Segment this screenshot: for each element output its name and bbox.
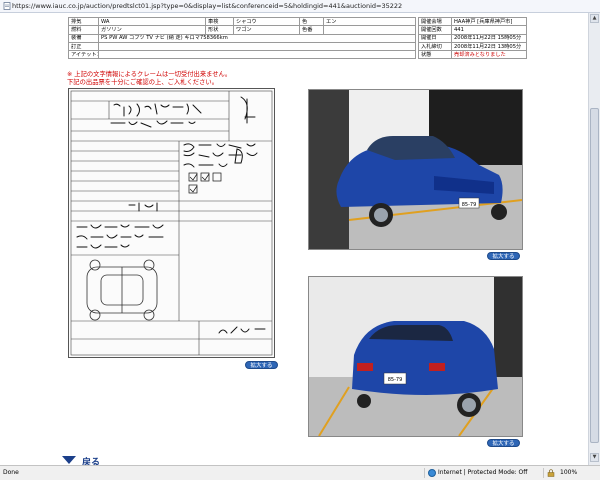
globe-icon [428,469,436,477]
spec-label: 車検 [205,16,234,27]
spec-label: 色番 [299,25,324,35]
status-divider [424,468,425,478]
event-label: 開催回数 [418,25,452,35]
claim-notice: ※ 上記の文字情報によるクレームは一切受付出来ません。 [67,71,232,78]
event-value: 2008年11月22日 15時05分 [451,33,527,43]
auction-sheet-drawing [69,89,274,357]
scroll-thumb[interactable] [590,108,599,443]
spec-label: 色 [299,16,324,27]
event-value: 441 [451,25,527,35]
event-value: HAA神戸 [兵庫県神戸市] [451,16,527,27]
enlarge-sheet-button[interactable]: 拡大する [245,361,278,369]
event-row: 入札締切 2008年11月22日 13時05分 [418,41,527,52]
status-divider [543,468,544,478]
car-front-photo: 85-79 [308,89,523,250]
confirm-notice: 下記の出品票を十分にご確認の上、ご入札ください。 [67,79,218,86]
chevron-up-icon[interactable]: ▲ [590,14,599,23]
spec-value: シャコウ [233,16,300,27]
event-row: 状態 売却済みとなりました [418,50,527,60]
spec-value: エン [323,16,416,27]
event-row: 開催回数 441 [418,25,527,35]
spec-label: 形状 [205,25,234,35]
item-comment-value [98,50,416,60]
spec-table: 排気 WA 車検 シャコウ 色 エン 燃料 ガソリン 形状 ワゴン 色番 装備 … [68,16,416,60]
status-bar: Done Internet | Protected Mode: Off 100% [0,465,600,480]
spec-row: 燃料 ガソリン 形状 ワゴン 色番 [68,25,416,35]
spec-label: 訂正 [68,41,99,52]
chevron-down-icon[interactable]: ▼ [590,453,599,462]
spec-label: 排気 [68,16,99,27]
url-text[interactable]: https://www.iauc.co.jp/auction/predtslct… [12,1,402,12]
enlarge-front-button[interactable]: 拡大する [487,252,520,260]
spec-label: 装備 [68,33,99,43]
spec-label: アイテットコメント [68,50,99,60]
event-label: 状態 [418,50,452,60]
spec-row: 装備 PS PW AW コブツ TV ナビ (納 走) キロマ758366km [68,33,416,43]
enlarge-rear-button[interactable]: 拡大する [487,439,520,447]
event-label: 開催会場 [418,16,452,27]
equipment-value: PS PW AW コブツ TV ナビ (納 走) キロマ758366km [98,33,416,43]
car-rear-photo: 85-79 [308,276,523,437]
spec-row: 訂正 [68,41,416,52]
auction-sheet-image [68,88,275,358]
spec-label: 燃料 [68,25,99,35]
car-rear-image: 85-79 [309,277,522,436]
event-label: 開催日 [418,33,452,43]
car-front-image: 85-79 [309,90,522,249]
event-row: 開催日 2008年11月22日 15時05分 [418,33,527,43]
event-value: 2008年11月22日 13時05分 [451,41,527,52]
event-label: 入札締切 [418,41,452,52]
vertical-scrollbar[interactable]: ▲ ▼ [588,13,600,465]
spec-value: ガソリン [98,25,206,35]
event-row: 開催会場 HAA神戸 [兵庫県神戸市] [418,16,527,27]
status-value: 売却済みとなりました [451,50,527,60]
plate-front: 85-79 [462,202,477,208]
spec-row: 排気 WA 車検 シャコウ 色 エン [68,16,416,27]
security-zone[interactable]: Internet | Protected Mode: Off [438,469,527,476]
zoom-level[interactable]: 100% [560,469,577,476]
plate-rear: 85-79 [388,377,403,383]
spec-value: WA [98,16,206,27]
event-table: 開催会場 HAA神戸 [兵庫県神戸市] 開催回数 441 開催日 2008年11… [418,16,527,60]
back-arrow-icon[interactable] [62,456,76,464]
status-text: Done [3,469,19,476]
spec-row: アイテットコメント [68,50,416,60]
address-bar[interactable]: https://www.iauc.co.jp/auction/predtslct… [0,0,600,13]
lock-icon [547,469,555,477]
spec-value [323,25,416,35]
spec-value: ワゴン [233,25,300,35]
page-icon [3,2,11,10]
correction-value [98,41,416,52]
